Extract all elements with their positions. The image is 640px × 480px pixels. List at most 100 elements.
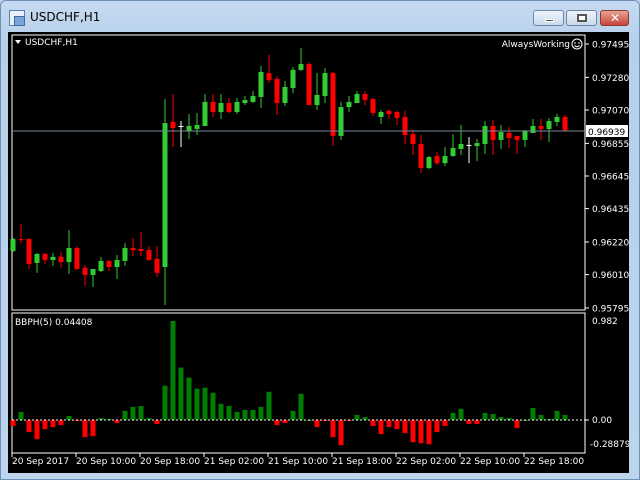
expert-advisor-label: AlwaysWorking xyxy=(502,40,570,50)
histogram-bar xyxy=(154,420,160,425)
histogram-bar xyxy=(50,420,56,428)
histogram-bar xyxy=(90,420,96,437)
candle xyxy=(482,121,488,154)
candle xyxy=(338,101,344,140)
candle xyxy=(218,94,224,120)
candle-body xyxy=(58,256,64,263)
histogram-bar xyxy=(42,420,48,430)
candle xyxy=(194,112,200,135)
histogram-bar xyxy=(218,403,224,421)
candle xyxy=(274,75,280,115)
window-title: USDCHF,H1 xyxy=(30,10,101,24)
candle-body xyxy=(178,125,184,127)
histogram-bar xyxy=(386,420,392,428)
main-plot-border xyxy=(11,34,586,311)
chart-area[interactable]: 0.97495 0.97280 0.97070 0.96855 0.96645 0.964… xyxy=(8,32,629,473)
minimize-button[interactable] xyxy=(533,10,564,26)
histogram-bar xyxy=(122,410,128,421)
candle-body xyxy=(330,73,336,136)
candle xyxy=(18,223,24,244)
candle xyxy=(106,260,112,272)
candle xyxy=(82,264,88,286)
candle-body xyxy=(322,73,328,97)
candle-body xyxy=(346,101,352,108)
histogram-bar xyxy=(26,420,32,433)
histogram-bar xyxy=(402,420,408,434)
candle-body xyxy=(42,253,48,260)
close-button[interactable]: ✕ xyxy=(600,10,629,26)
candle-body xyxy=(66,248,72,263)
candle xyxy=(426,155,432,170)
candle xyxy=(378,110,384,124)
candle-body xyxy=(210,101,216,113)
candle xyxy=(146,246,152,261)
candle-body xyxy=(114,260,120,267)
price-axis-label: 0.96010 xyxy=(592,271,629,281)
smiley-icon xyxy=(571,38,583,50)
candle-body xyxy=(26,239,32,265)
histogram-bar xyxy=(242,409,248,421)
candle xyxy=(386,109,392,120)
histogram-bar xyxy=(538,414,544,421)
candle-body xyxy=(298,64,304,70)
candle-body xyxy=(226,103,232,113)
candle-body xyxy=(394,112,400,119)
candle-body xyxy=(138,248,144,251)
histogram-bar xyxy=(450,412,456,421)
candle-body xyxy=(306,64,312,106)
candle xyxy=(282,80,288,106)
candle-body xyxy=(530,125,536,133)
candle-body xyxy=(98,260,104,272)
candle-body xyxy=(82,267,88,275)
candle-body xyxy=(10,239,16,251)
dropdown-triangle-icon[interactable] xyxy=(15,40,21,44)
time-axis-label: 21 Sep 02:00 xyxy=(204,457,264,467)
price-axis-label: 0.96220 xyxy=(592,238,629,248)
indicator-axis-min: -0.28879 xyxy=(590,440,629,450)
candle-body xyxy=(146,250,152,260)
candle-body xyxy=(162,123,168,267)
histogram-bar xyxy=(530,407,536,421)
histogram-bar xyxy=(66,415,72,421)
candle-body xyxy=(482,125,488,145)
time-axis-label: 22 Sep 02:00 xyxy=(396,457,456,467)
histogram-bar xyxy=(18,411,24,421)
candle xyxy=(322,68,328,104)
histogram-bar xyxy=(194,388,200,421)
histogram-bar xyxy=(394,420,400,430)
candle-body xyxy=(314,94,320,106)
candle-body xyxy=(562,116,568,131)
indicator-plot-border xyxy=(11,312,586,454)
candle xyxy=(170,94,176,147)
chart-canvas[interactable]: 0.97495 0.97280 0.97070 0.96855 0.96645 0.964… xyxy=(8,32,629,473)
candle xyxy=(250,91,256,104)
candle-body xyxy=(170,121,176,129)
candle xyxy=(466,137,472,164)
histogram-bar xyxy=(186,377,192,421)
candle-body xyxy=(458,144,464,149)
histogram-bar xyxy=(234,411,240,421)
candle-body xyxy=(234,101,240,113)
candle xyxy=(34,253,40,273)
candle xyxy=(514,135,520,154)
chart-window-icon xyxy=(9,10,25,26)
histogram-bar xyxy=(178,367,184,421)
time-axis-label: 22 Sep 18:00 xyxy=(524,457,584,467)
candle xyxy=(242,96,248,106)
candle-body xyxy=(18,239,24,241)
histogram-bar xyxy=(250,409,256,421)
candle-body xyxy=(538,125,544,129)
candle-body xyxy=(74,248,80,270)
histogram-bar xyxy=(378,420,384,435)
candle xyxy=(402,110,408,145)
histogram-bar xyxy=(314,420,320,428)
histogram-bar xyxy=(562,414,568,421)
candle xyxy=(138,232,144,256)
candle-body xyxy=(282,87,288,104)
candle xyxy=(410,130,416,156)
histogram-bar xyxy=(490,413,496,421)
time-axis-label: 20 Sep 2017 xyxy=(12,457,69,467)
candle xyxy=(298,48,304,72)
chart-symbol-label: USDCHF,H1 xyxy=(25,38,78,48)
restore-button[interactable] xyxy=(566,10,597,26)
